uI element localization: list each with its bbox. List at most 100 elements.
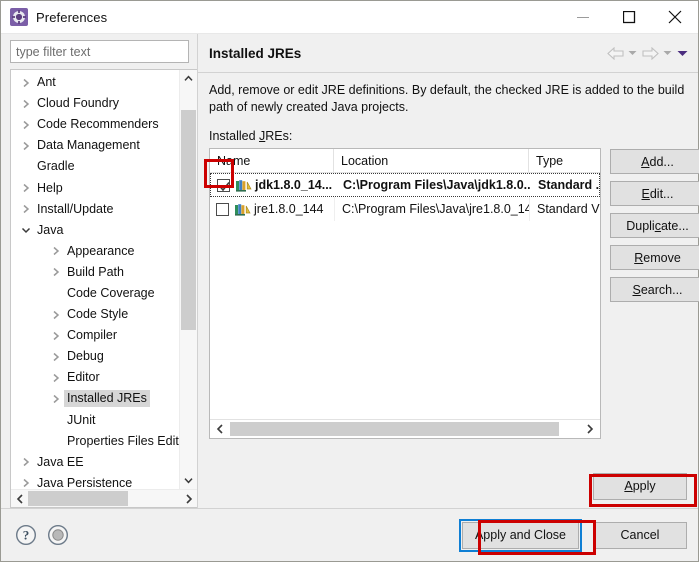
apply-and-close-button[interactable]: Apply and Close xyxy=(461,521,579,549)
sidebar-item-label: Compiler xyxy=(67,328,118,343)
sidebar-item-label: Cloud Foundry xyxy=(37,96,119,111)
tree-hscroll-thumb[interactable] xyxy=(28,491,129,506)
edit-button[interactable]: Edit... xyxy=(610,181,699,206)
search-button[interactable]: Search... xyxy=(610,277,699,302)
sidebar-item-help[interactable]: Help xyxy=(11,177,179,198)
search-input[interactable] xyxy=(10,40,189,63)
sidebar-item-appearance[interactable]: Appearance xyxy=(11,241,179,262)
sidebar-item-label: Code Style xyxy=(67,307,129,322)
cancel-button[interactable]: Cancel xyxy=(593,521,687,549)
tree-vscroll-thumb[interactable] xyxy=(181,110,196,330)
column-header-type[interactable]: Type xyxy=(529,149,600,172)
table-row[interactable]: jre1.8.0_144 C:\Program Files\Java\jre1.8… xyxy=(210,197,600,221)
chevron-right-icon[interactable] xyxy=(48,373,64,383)
chevron-right-icon[interactable] xyxy=(18,120,34,130)
help-question-icon[interactable]: ? xyxy=(15,524,37,546)
chevron-right-icon[interactable] xyxy=(18,141,34,151)
footer-buttons: Apply and Close Cancel xyxy=(458,518,687,552)
tree-vertical-scrollbar[interactable] xyxy=(179,70,197,489)
tree-horizontal-scrollbar[interactable] xyxy=(11,489,197,507)
sidebar-item-cloud-foundry[interactable]: Cloud Foundry xyxy=(11,93,179,114)
window-controls xyxy=(560,1,698,33)
table-scroll-left-icon[interactable] xyxy=(210,424,230,434)
column-header-location[interactable]: Location xyxy=(334,149,529,172)
sidebar-item-gradle[interactable]: Gradle xyxy=(11,156,179,177)
scroll-up-icon[interactable] xyxy=(180,70,197,87)
sidebar-item-install-update[interactable]: Install/Update xyxy=(11,199,179,220)
table-hscroll-thumb[interactable] xyxy=(230,422,559,436)
jre-name-label: jre1.8.0_144 xyxy=(254,202,324,216)
chevron-right-icon[interactable] xyxy=(48,352,64,362)
chevron-right-icon[interactable] xyxy=(48,267,64,277)
sidebar-item-label: Appearance xyxy=(67,243,135,258)
scroll-right-icon[interactable] xyxy=(180,493,197,504)
tree-vscroll-track[interactable] xyxy=(180,87,197,472)
forward-arrow-icon[interactable] xyxy=(640,42,660,64)
maximize-icon[interactable] xyxy=(606,1,652,33)
sidebar-item-properties-files-editc[interactable]: Properties Files Editc xyxy=(11,431,179,452)
chevron-right-icon[interactable] xyxy=(48,394,64,404)
tree-hscroll-track[interactable] xyxy=(28,490,180,507)
remove-button[interactable]: Remove xyxy=(610,245,699,270)
duplicate-button[interactable]: Dupli c ate... xyxy=(610,213,699,238)
jre-checkbox[interactable] xyxy=(216,202,229,216)
sidebar-item-java-persistence[interactable]: Java Persistence xyxy=(11,473,179,489)
chevron-right-icon[interactable] xyxy=(48,246,64,256)
cell-name: jre1.8.0_144 xyxy=(210,197,334,221)
sidebar: Ant Cloud Foundry Code Recommenders Data Ma… xyxy=(1,34,197,508)
circle-button-icon[interactable] xyxy=(47,524,69,546)
sidebar-item-code-recommenders[interactable]: Code Recommenders xyxy=(11,114,179,135)
add-button[interactable]: Add... xyxy=(610,149,699,174)
column-header-name[interactable]: Name xyxy=(210,149,334,172)
table-scroll-right-icon[interactable] xyxy=(580,424,600,434)
table-horizontal-scrollbar[interactable] xyxy=(210,419,600,438)
sidebar-item-build-path[interactable]: Build Path xyxy=(11,262,179,283)
forward-chevron-down-icon[interactable] xyxy=(660,42,675,64)
sidebar-item-code-style[interactable]: Code Style xyxy=(11,304,179,325)
sidebar-item-compiler[interactable]: Compiler xyxy=(11,325,179,346)
chevron-right-icon[interactable] xyxy=(48,331,64,341)
chevron-right-icon[interactable] xyxy=(18,204,34,214)
table-body[interactable]: jdk1.8.0_14... C:\Program Files\Java\jdk1… xyxy=(210,173,600,419)
sidebar-item-label: Data Management xyxy=(37,138,140,153)
apply-button[interactable]: Apply xyxy=(593,472,687,500)
sidebar-item-label: JUnit xyxy=(67,412,96,427)
chevron-down-icon[interactable] xyxy=(18,226,34,234)
sidebar-item-installed-jres[interactable]: Installed JREs xyxy=(11,388,179,409)
sidebar-item-ant[interactable]: Ant xyxy=(11,72,179,93)
preferences-gear-icon xyxy=(10,8,28,26)
cell-location: C:\Program Files\Java\jdk1.8.0... xyxy=(343,178,530,192)
svg-text:?: ? xyxy=(23,528,30,543)
cell-name: jdk1.8.0_14... xyxy=(211,174,335,196)
back-chevron-down-icon[interactable] xyxy=(625,42,640,64)
apply-row: Apply xyxy=(198,464,698,508)
sidebar-item-editor[interactable]: Editor xyxy=(11,367,179,388)
sidebar-item-java-ee[interactable]: Java EE xyxy=(11,452,179,473)
chevron-right-icon[interactable] xyxy=(18,183,34,193)
sidebar-item-junit[interactable]: JUnit xyxy=(11,410,179,431)
tree-inner: Ant Cloud Foundry Code Recommenders Data Ma… xyxy=(11,70,197,489)
jre-checkbox[interactable] xyxy=(217,178,230,192)
table-hscroll-track[interactable] xyxy=(230,420,580,438)
sidebar-item-label: Java EE xyxy=(37,454,84,469)
dialog-footer: ? Apply and Close Cancel xyxy=(1,508,698,561)
view-menu-caret-icon[interactable] xyxy=(675,42,690,64)
scroll-down-icon[interactable] xyxy=(180,472,197,489)
jre-library-icon xyxy=(235,178,252,193)
sidebar-item-debug[interactable]: Debug xyxy=(11,346,179,367)
close-icon[interactable] xyxy=(652,1,698,33)
sidebar-item-data-management[interactable]: Data Management xyxy=(11,135,179,156)
tree-list[interactable]: Ant Cloud Foundry Code Recommenders Data Ma… xyxy=(11,70,179,489)
scroll-left-icon[interactable] xyxy=(11,493,28,504)
table-row[interactable]: jdk1.8.0_14... C:\Program Files\Java\jdk1… xyxy=(210,173,600,197)
sidebar-item-code-coverage[interactable]: Code Coverage xyxy=(11,283,179,304)
chevron-right-icon[interactable] xyxy=(18,99,34,109)
chevron-right-icon[interactable] xyxy=(18,78,34,88)
back-arrow-icon[interactable] xyxy=(605,42,625,64)
sidebar-item-java[interactable]: Java xyxy=(11,220,179,241)
chevron-right-icon[interactable] xyxy=(48,310,64,320)
minimize-icon[interactable] xyxy=(560,1,606,33)
chevron-right-icon[interactable] xyxy=(18,457,34,467)
chevron-right-icon[interactable] xyxy=(18,478,34,488)
window-title: Preferences xyxy=(36,9,108,25)
